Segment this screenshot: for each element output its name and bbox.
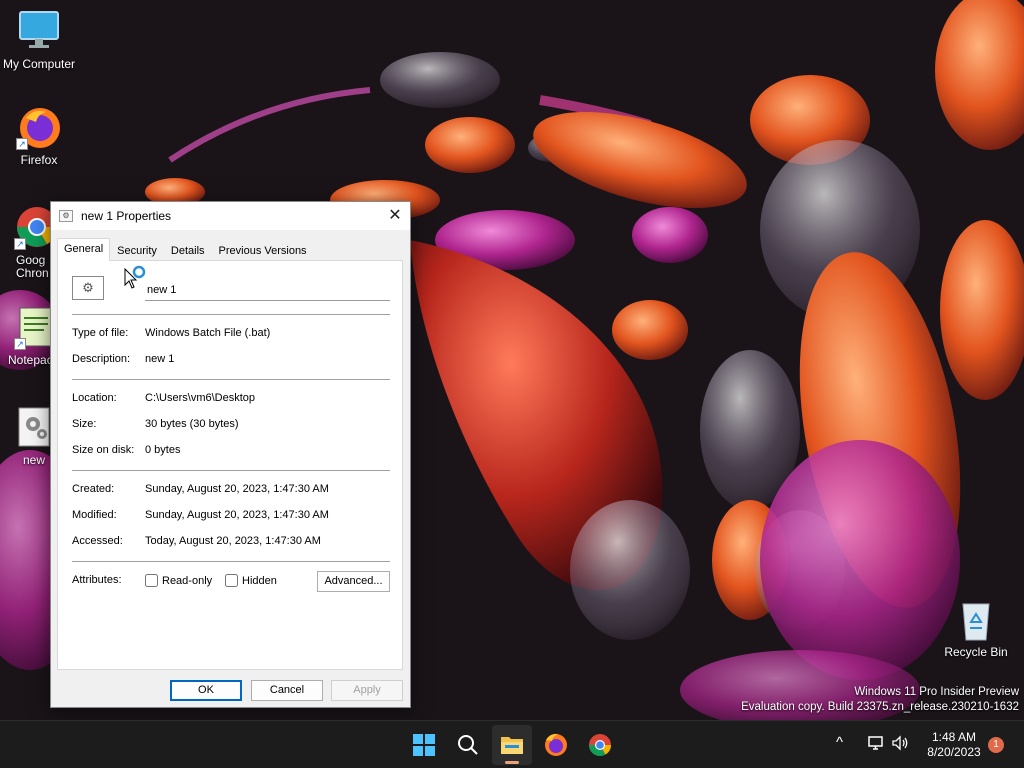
search-icon — [458, 735, 478, 755]
file-name-input[interactable] — [145, 279, 390, 301]
tab-details[interactable]: Details — [164, 240, 212, 261]
show-hidden-icons-chevron-icon[interactable]: ^ — [836, 734, 843, 751]
divider — [72, 561, 390, 562]
size-label: Size: — [72, 418, 97, 430]
start-button[interactable] — [404, 725, 444, 765]
volume-icon[interactable] — [890, 733, 910, 756]
folder-icon — [501, 737, 523, 754]
hidden-checkbox[interactable] — [225, 574, 238, 587]
tab-previous-versions[interactable]: Previous Versions — [212, 240, 314, 261]
firefox-icon — [545, 733, 567, 756]
search-button[interactable] — [448, 725, 488, 765]
description-value: new 1 — [145, 353, 175, 365]
clock-date: 8/20/2023 — [927, 745, 981, 759]
readonly-checkbox[interactable] — [145, 574, 158, 587]
batch-file-icon: ⚙ — [72, 276, 104, 300]
system-clock[interactable]: 1:48 AM 8/20/2023 — [918, 730, 990, 760]
computer-icon — [16, 8, 62, 54]
advanced-button[interactable]: Advanced... — [317, 571, 390, 592]
chrome-icon — [589, 734, 611, 756]
created-label: Created: — [72, 483, 115, 495]
modified-label: Modified: — [72, 509, 117, 521]
desktop-icon-google-chrome[interactable]: ↗ Goog Chron — [0, 204, 50, 280]
cancel-button[interactable]: Cancel — [251, 680, 323, 701]
accessed-label: Accessed: — [72, 535, 123, 547]
desktop-icon-label: Goog Chron — [16, 253, 49, 280]
taskbar: ^ 1:48 AM 8/20/2023 1 — [0, 720, 1024, 768]
desktop-icon-firefox[interactable]: ↗ Firefox — [0, 104, 78, 167]
desktop-icon-notepad[interactable]: ↗ Notepac — [0, 304, 50, 367]
accessed-value: Today, August 20, 2023, 1:47:30 AM — [145, 535, 321, 547]
network-icon[interactable] — [866, 733, 886, 756]
type-label: Type of file: — [72, 327, 129, 339]
general-tab-panel: ⚙ Type of file: Windows Batch File (.bat… — [57, 260, 403, 670]
chrome-taskbar-button[interactable] — [580, 725, 620, 765]
attributes-label: Attributes: — [72, 574, 122, 586]
description-label: Description: — [72, 353, 131, 365]
watermark-line-1: Windows 11 Pro Insider Preview — [854, 686, 1019, 698]
close-button[interactable]: ✕ — [380, 202, 410, 230]
busy-cursor-icon — [124, 265, 150, 294]
file-properties-icon: ⚙ — [59, 210, 73, 222]
type-value: Windows Batch File (.bat) — [145, 327, 271, 339]
ok-button[interactable]: OK — [170, 680, 242, 701]
size-on-disk-label: Size on disk: — [72, 444, 135, 456]
created-value: Sunday, August 20, 2023, 1:47:30 AM — [145, 483, 329, 495]
divider — [72, 314, 390, 315]
file-explorer-button[interactable] — [492, 725, 532, 765]
desktop-icon-label: My Computer — [2, 57, 76, 71]
readonly-label: Read-only — [162, 574, 213, 587]
firefox-icon: ↗ — [16, 104, 62, 150]
hidden-label: Hidden — [242, 574, 277, 587]
tab-security[interactable]: Security — [110, 240, 164, 261]
desktop-icon-label: Notepac — [8, 353, 50, 367]
chrome-icon: ↗ — [14, 204, 50, 250]
size-value: 30 bytes (30 bytes) — [145, 418, 239, 430]
location-value: C:\Users\vm6\Desktop — [145, 392, 256, 404]
desktop-icon-label: Recycle Bin — [944, 645, 1008, 659]
active-indicator — [505, 761, 519, 764]
recycle-bin-icon — [953, 596, 999, 642]
modified-value: Sunday, August 20, 2023, 1:47:30 AM — [145, 509, 329, 521]
dialog-titlebar[interactable]: ⚙ new 1 Properties ✕ — [51, 202, 410, 230]
firefox-taskbar-button[interactable] — [536, 725, 576, 765]
location-label: Location: — [72, 392, 117, 404]
dialog-tabs: General Security Details Previous Versio… — [57, 238, 314, 261]
notepad-icon: ↗ — [14, 304, 50, 350]
divider — [72, 470, 390, 471]
os-build-watermark: Windows 11 Pro Insider Preview Evaluatio… — [741, 685, 1019, 715]
size-on-disk-value: 0 bytes — [145, 444, 181, 456]
windows-logo-icon — [413, 734, 435, 756]
hidden-checkbox-row[interactable]: Hidden — [225, 574, 277, 587]
desktop-icon-label: Firefox — [20, 153, 58, 167]
desktop-icon-my-computer[interactable]: My Computer — [0, 8, 78, 71]
desktop-icon-recycle-bin[interactable]: Recycle Bin — [936, 596, 1016, 659]
readonly-checkbox-row[interactable]: Read-only — [145, 574, 212, 587]
properties-dialog: ⚙ new 1 Properties ✕ General Security De… — [50, 201, 411, 708]
clock-time: 1:48 AM — [931, 730, 977, 744]
divider — [72, 379, 390, 380]
watermark-line-2: Evaluation copy. Build 23375.zn_release.… — [741, 701, 1019, 713]
notification-badge[interactable]: 1 — [988, 737, 1004, 753]
dialog-title: new 1 Properties — [81, 209, 172, 223]
apply-button[interactable]: Apply — [331, 680, 403, 701]
tab-general[interactable]: General — [57, 238, 111, 261]
